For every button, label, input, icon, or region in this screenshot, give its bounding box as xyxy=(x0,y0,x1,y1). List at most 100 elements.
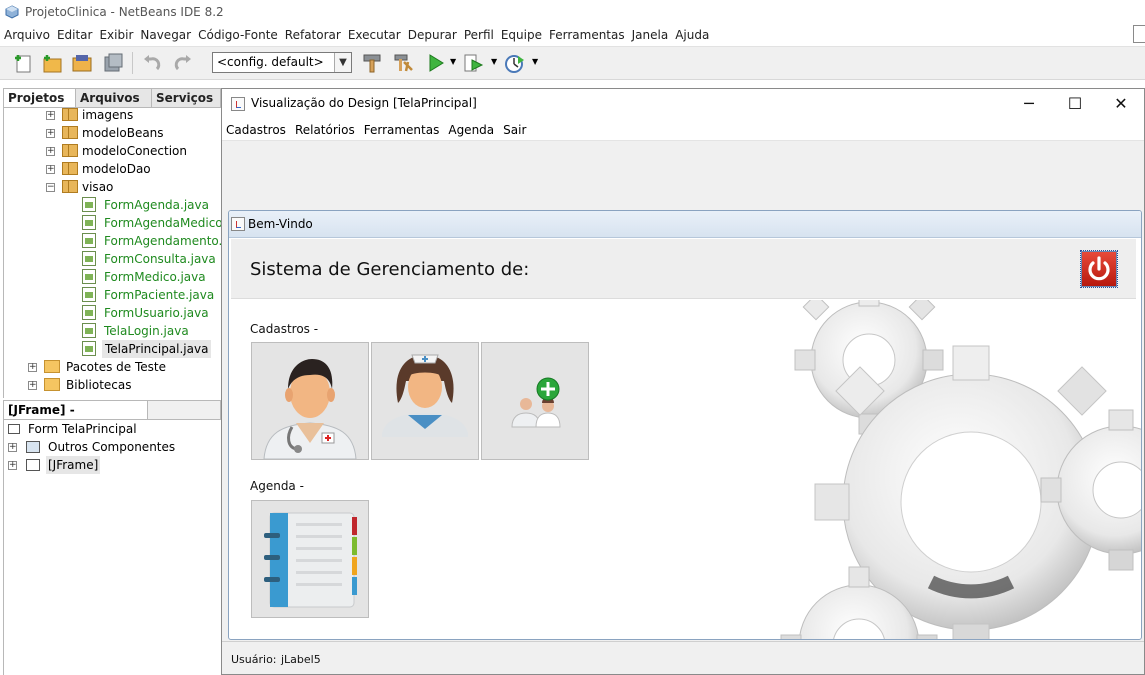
menu-codigo-fonte[interactable]: Código-Fonte xyxy=(198,28,278,42)
debug-dropdown-arrow-icon[interactable]: ▼ xyxy=(491,57,497,66)
menu-depurar[interactable]: Depurar xyxy=(408,28,457,42)
agenda-book-icon xyxy=(264,512,357,608)
package-icon xyxy=(62,180,78,193)
add-user-button[interactable] xyxy=(481,342,589,460)
internal-frame-bem-vindo: Bem-Vindo Sistema de Gerenciamento de: C… xyxy=(228,210,1142,640)
jframe-icon xyxy=(26,459,40,471)
user-label: Usuário: xyxy=(231,653,277,666)
package-icon xyxy=(62,126,78,139)
profile-dropdown-arrow-icon[interactable]: ▼ xyxy=(532,57,538,66)
menu-equipe[interactable]: Equipe xyxy=(501,28,542,42)
menu-ferramentas-app[interactable]: Ferramentas xyxy=(364,123,440,137)
navigator-label-selected: [JFrame] xyxy=(46,456,101,474)
file-label: FormAgendamento.java xyxy=(104,234,221,248)
project-tree: + imagens + modeloBeans + modeloConectio… xyxy=(3,108,221,398)
folder-label: Pacotes de Teste xyxy=(66,360,166,374)
ide-menu-bar: Arquivo Editar Exibir Navegar Código-Fon… xyxy=(0,24,1145,46)
package-label: imagens xyxy=(82,108,134,122)
minimize-icon[interactable]: ─ xyxy=(1006,89,1052,119)
menu-agenda[interactable]: Agenda xyxy=(448,123,494,137)
gears-background-image xyxy=(749,300,1141,639)
welcome-header: Sistema de Gerenciamento de: xyxy=(231,239,1136,299)
java-form-icon xyxy=(82,197,96,212)
file-label: FormMedico.java xyxy=(104,270,206,284)
menu-cadastros[interactable]: Cadastros xyxy=(226,123,286,137)
package-label: modeloConection xyxy=(82,144,187,158)
tab-navigator[interactable]: [JFrame] - Navegador ✕ xyxy=(4,401,148,435)
tab-servicos[interactable]: Serviços xyxy=(152,89,220,107)
nurse-button[interactable] xyxy=(371,342,479,460)
tab-arquivos[interactable]: Arquivos xyxy=(76,89,152,107)
menu-executar[interactable]: Executar xyxy=(348,28,401,42)
menu-exibir[interactable]: Exibir xyxy=(99,28,133,42)
close-window-icon[interactable]: ✕ xyxy=(1098,89,1144,119)
file-label: FormConsulta.java xyxy=(104,252,216,266)
ide-title-bar: ProjetoClinica - NetBeans IDE 8.2 xyxy=(0,0,1145,24)
debug-icon[interactable] xyxy=(462,52,484,74)
quick-search-field[interactable] xyxy=(1133,25,1145,43)
java-form-icon xyxy=(82,305,96,320)
navigator-tree: Form TelaPrincipal + Outros Componentes … xyxy=(3,420,221,675)
toolbar-separator xyxy=(132,52,133,74)
menu-arquivo[interactable]: Arquivo xyxy=(4,28,50,42)
configuration-select[interactable]: <config. default> ▼ xyxy=(212,52,352,73)
run-icon[interactable] xyxy=(424,52,446,74)
menu-ferramentas[interactable]: Ferramentas xyxy=(549,28,625,42)
package-icon xyxy=(62,144,78,157)
java-form-icon xyxy=(82,251,96,266)
menu-editar[interactable]: Editar xyxy=(57,28,93,42)
power-icon xyxy=(1088,256,1110,281)
navigator-label: Form TelaPrincipal xyxy=(28,422,137,436)
menu-relatorios[interactable]: Relatórios xyxy=(295,123,355,137)
package-icon xyxy=(62,108,78,121)
menu-perfil[interactable]: Perfil xyxy=(464,28,494,42)
internal-frame-title: Bem-Vindo xyxy=(248,217,313,231)
java-form-icon xyxy=(82,323,96,338)
file-label-selected: TelaPrincipal.java xyxy=(102,340,212,358)
components-icon xyxy=(26,441,40,453)
navigator-label: Outros Componentes xyxy=(48,440,176,454)
profile-icon[interactable] xyxy=(503,52,525,74)
file-label: FormAgenda.java xyxy=(104,198,209,212)
redo-icon[interactable] xyxy=(172,52,194,74)
menu-refatorar[interactable]: Refatorar xyxy=(285,28,341,42)
package-label: modeloBeans xyxy=(82,126,164,140)
package-icon xyxy=(62,162,78,175)
folder-icon xyxy=(44,360,60,373)
agenda-button[interactable] xyxy=(251,500,369,618)
form-icon xyxy=(8,424,20,434)
tab-projetos[interactable]: Projetos ✕ xyxy=(4,89,76,123)
navigator-tab-bar: [JFrame] - Navegador ✕ xyxy=(3,400,221,435)
cadastros-section-label: Cadastros - xyxy=(250,322,319,336)
user-value: jLabel5 xyxy=(281,653,321,666)
agenda-section-label: Agenda - xyxy=(250,479,304,493)
save-all-icon[interactable] xyxy=(102,52,124,74)
maximize-icon[interactable]: ☐ xyxy=(1052,89,1098,119)
menu-sair[interactable]: Sair xyxy=(503,123,526,137)
nurse-icon xyxy=(382,354,468,437)
file-label: FormUsuario.java xyxy=(104,306,209,320)
clean-build-icon[interactable] xyxy=(392,52,414,74)
java-form-icon xyxy=(82,215,96,230)
open-project-icon[interactable] xyxy=(71,52,93,74)
menu-ajuda[interactable]: Ajuda xyxy=(675,28,709,42)
java-app-icon xyxy=(231,217,245,231)
new-project-icon[interactable] xyxy=(41,52,63,74)
library-folder-icon xyxy=(44,378,60,391)
file-label: FormAgendaMedico.java xyxy=(104,216,221,230)
power-exit-button[interactable] xyxy=(1080,250,1118,288)
menu-navegar[interactable]: Navegar xyxy=(140,28,191,42)
new-file-icon[interactable] xyxy=(12,52,34,74)
folder-label: Bibliotecas xyxy=(66,378,132,392)
configuration-value: <config. default> xyxy=(217,55,324,69)
undo-icon[interactable] xyxy=(141,52,163,74)
file-label: FormPaciente.java xyxy=(104,288,215,302)
build-hammer-icon[interactable] xyxy=(361,52,383,74)
doctor-button[interactable] xyxy=(251,342,369,460)
run-dropdown-arrow-icon[interactable]: ▼ xyxy=(450,57,456,66)
package-label: visao xyxy=(82,180,114,194)
file-label: TelaLogin.java xyxy=(104,324,189,338)
java-form-icon xyxy=(82,233,96,248)
ide-title: ProjetoClinica - NetBeans IDE 8.2 xyxy=(25,5,224,19)
menu-janela[interactable]: Janela xyxy=(632,28,669,42)
